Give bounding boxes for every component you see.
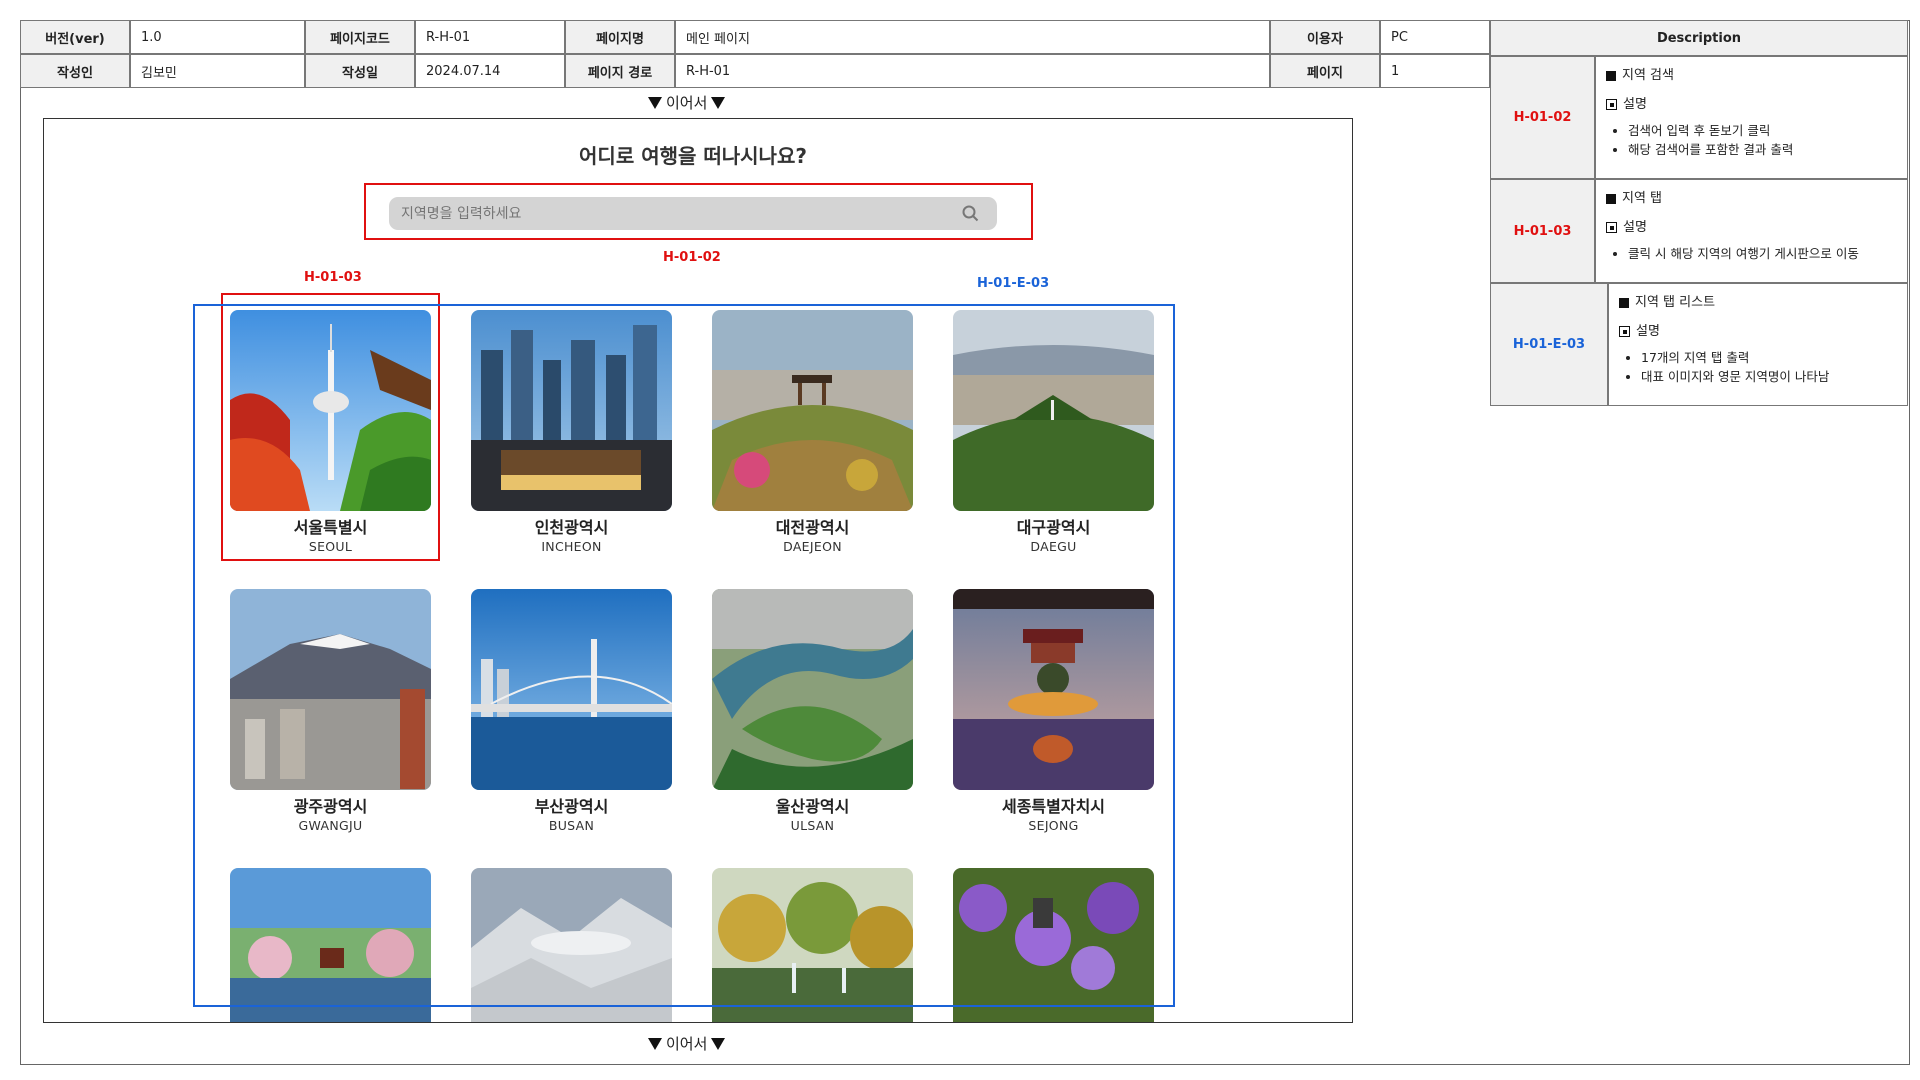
triangle-down-icon [711,96,726,109]
page-path-value: R-H-01 [675,54,1270,88]
square-bullet-icon [1606,193,1616,204]
page-number-value: 1 [1380,54,1490,88]
main-heading: 어디로 여행을 떠나시나요? [579,144,807,168]
version-label: 버전(ver) [20,20,130,54]
search-input[interactable] [399,201,943,227]
description-body: 지역 탭 리스트 설명 17개의 지역 탭 출력 대표 이미지와 영문 지역명이… [1608,283,1908,406]
search-bar[interactable] [389,197,997,230]
author-label: 작성인 [20,54,130,88]
date-label: 작성일 [305,54,415,88]
checkbox-bullet-icon [1619,326,1630,337]
triangle-down-icon [648,96,662,109]
description-title: 지역 탭 리스트 [1635,295,1716,310]
description-subtitle: 설명 [1636,324,1660,339]
description-code: H-01-02 [1490,56,1595,179]
user-value: PC [1380,20,1490,54]
page-path-label: 페이지 경로 [565,54,675,88]
author-value: 김보민 [130,54,305,88]
triangle-down-icon [648,1037,662,1050]
version-value: 1.0 [130,20,305,54]
description-bullet: 클릭 시 해당 지역의 여행기 게시판으로 이동 [1628,247,1907,261]
date-value: 2024.07.14 [415,54,565,88]
description-bullet: 대표 이미지와 영문 지역명이 나타남 [1641,370,1907,384]
checkbox-bullet-icon [1606,222,1617,233]
continue-label: 이어서 [666,1035,708,1053]
page-name-label: 페이지명 [565,20,675,54]
description-code: H-01-03 [1490,179,1595,283]
description-title: 지역 검색 [1622,68,1674,83]
page-number-label: 페이지 [1270,54,1380,88]
description-header: Description [1490,20,1908,56]
continue-bottom: 이어서 [648,1033,726,1054]
description-bullet: 17개의 지역 탭 출력 [1641,351,1907,365]
annotation-list: H-01-E-03 [977,276,1050,291]
square-bullet-icon [1606,70,1616,81]
continue-label: 이어서 [666,94,708,112]
square-bullet-icon [1619,297,1629,308]
page-name-value: 메인 페이지 [675,20,1270,54]
user-label: 이용자 [1270,20,1380,54]
list-annotation-box [193,304,1175,1007]
description-subtitle: 설명 [1623,97,1647,112]
description-title: 지역 탭 [1622,191,1663,206]
checkbox-bullet-icon [1606,99,1617,110]
description-bullet: 해당 검색어를 포함한 결과 출력 [1628,143,1907,157]
triangle-down-icon [711,1037,726,1050]
page-code-label: 페이지코드 [305,20,415,54]
description-bullet: 검색어 입력 후 돋보기 클릭 [1628,124,1907,138]
annotation-tab: H-01-03 [304,270,362,285]
description-code: H-01-E-03 [1490,283,1608,406]
description-body: 지역 검색 설명 검색어 입력 후 돋보기 클릭 해당 검색어를 포함한 결과 … [1595,56,1908,179]
page-code-value: R-H-01 [415,20,565,54]
description-body: 지역 탭 설명 클릭 시 해당 지역의 여행기 게시판으로 이동 [1595,179,1908,283]
continue-top: 이어서 [648,92,726,113]
description-subtitle: 설명 [1623,220,1647,235]
search-icon[interactable] [962,205,979,226]
annotation-search: H-01-02 [663,250,721,265]
